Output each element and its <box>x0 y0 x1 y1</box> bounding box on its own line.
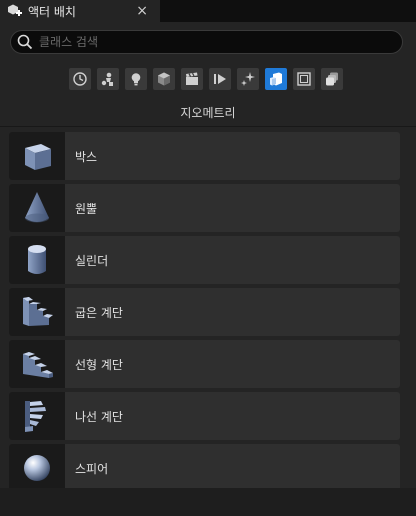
search-input[interactable] <box>39 35 379 49</box>
filter-cinematic[interactable] <box>181 68 203 90</box>
list-item-label: 박스 <box>75 150 98 164</box>
filter-shapes[interactable] <box>153 68 175 90</box>
search-box[interactable] <box>10 30 403 54</box>
filter-recent[interactable] <box>69 68 91 90</box>
list-item-label: 원뿔 <box>75 202 98 216</box>
list-item-label: 나선 계단 <box>75 410 123 424</box>
list-item-label: 스피어 <box>75 462 109 476</box>
lightbulb-icon <box>131 73 141 86</box>
geometry-icon <box>270 72 282 86</box>
list-item-curved-stairs[interactable]: 굽은 계단 <box>9 288 400 336</box>
spiral-stairs-icon <box>9 392 65 440</box>
clapper-icon <box>186 72 198 85</box>
list-item-cone[interactable]: 원뿔 <box>9 184 400 232</box>
filter-volumes[interactable] <box>237 68 259 90</box>
list-item-sphere[interactable]: 스피어 <box>9 444 400 492</box>
box-icon <box>9 132 65 180</box>
list-item-label: 선형 계단 <box>75 358 123 372</box>
play-icon <box>214 74 226 84</box>
filter-geometry[interactable] <box>265 68 287 90</box>
clock-icon <box>73 72 87 86</box>
sphere-icon <box>9 444 65 492</box>
sparkle-icon <box>241 72 255 86</box>
divider <box>0 126 416 127</box>
filter-all-classes[interactable] <box>293 68 315 90</box>
search-icon <box>17 34 33 50</box>
list-item-spiral-stairs[interactable]: 나선 계단 <box>9 392 400 440</box>
filter-visual-effects[interactable] <box>209 68 231 90</box>
frame-icon <box>297 72 311 86</box>
cube-icon <box>158 72 170 86</box>
list-item-label: 실린더 <box>75 254 109 268</box>
list-item-label: 굽은 계단 <box>75 306 123 320</box>
place-actor-icon <box>6 3 22 19</box>
list-item-box[interactable]: 박스 <box>9 132 400 180</box>
actor-icon <box>101 72 113 86</box>
tab-title: 액터 배치 <box>28 4 76 19</box>
section-title: 지오메트리 <box>180 106 236 120</box>
panel-footer <box>0 488 416 516</box>
stack-icon <box>326 72 338 86</box>
geometry-list: 박스 원뿔 실린더 굽은 계단 선형 계단 나선 계단 스피어 <box>9 132 400 496</box>
category-filter-bar <box>69 68 349 90</box>
curved-stairs-icon <box>9 288 65 336</box>
tab-place-actors[interactable]: 액터 배치 × <box>0 0 160 22</box>
filter-lights[interactable] <box>125 68 147 90</box>
list-item-cylinder[interactable]: 실린더 <box>9 236 400 284</box>
list-item-linear-stairs[interactable]: 선형 계단 <box>9 340 400 388</box>
close-icon[interactable]: × <box>136 2 148 20</box>
filter-stack[interactable] <box>321 68 343 90</box>
tab-bar: 액터 배치 × <box>0 0 416 22</box>
cylinder-icon <box>9 236 65 284</box>
filter-basic[interactable] <box>97 68 119 90</box>
linear-stairs-icon <box>9 340 65 388</box>
cone-icon <box>9 184 65 232</box>
